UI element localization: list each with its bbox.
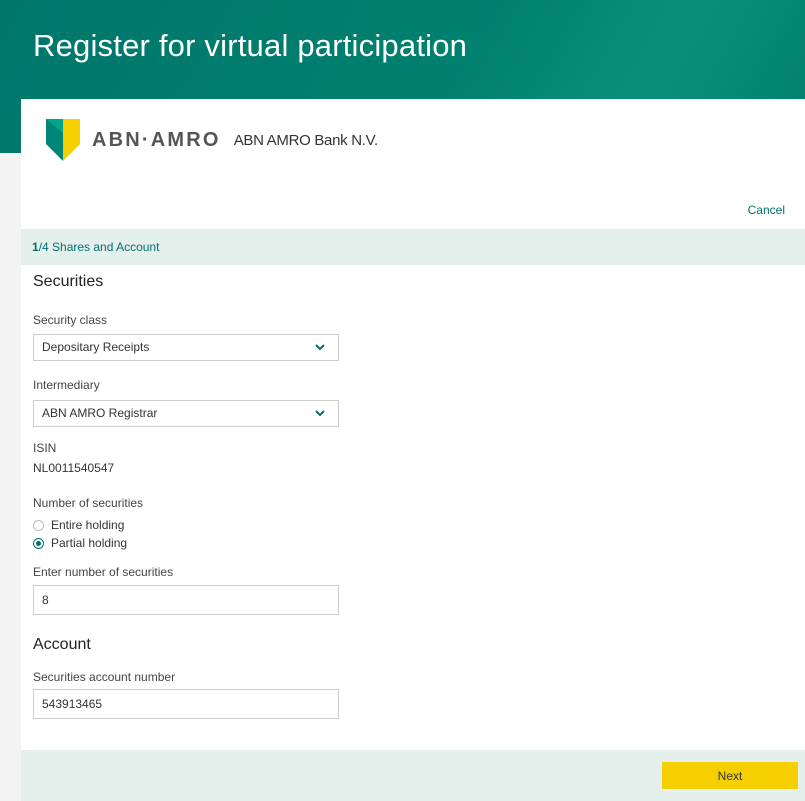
- brand-wordmark: ABN·AMRO: [92, 128, 221, 151]
- radio-unselected-icon[interactable]: [33, 519, 44, 531]
- enter-number-label: Enter number of securities: [33, 565, 174, 579]
- step-indicator: 1/4 Shares and Account: [21, 229, 805, 265]
- brand-header: ABN·AMRO ABN AMRO Bank N.V.: [46, 119, 378, 161]
- number-of-securities-value: 8: [42, 593, 49, 607]
- entire-holding-label: Entire holding: [51, 518, 125, 532]
- next-button[interactable]: Next: [662, 762, 798, 789]
- account-number-value: 543913465: [42, 697, 103, 711]
- page-title: Register for virtual participation: [33, 28, 468, 63]
- account-heading: Account: [33, 636, 91, 653]
- cancel-link[interactable]: Cancel: [748, 203, 785, 217]
- account-number-input[interactable]: 543913465: [33, 689, 339, 719]
- form-footer: Next: [21, 750, 805, 801]
- securities-heading: Securities: [33, 273, 104, 290]
- partial-holding-label: Partial holding: [51, 536, 128, 550]
- isin-value: NL0011540547: [33, 461, 115, 475]
- step-label: /4 Shares and Account: [38, 240, 160, 254]
- intermediary-select[interactable]: ABN AMRO Registrar: [33, 400, 339, 427]
- security-class-select[interactable]: Depositary Receipts: [33, 334, 339, 361]
- company-name: ABN AMRO Bank N.V.: [233, 131, 378, 149]
- security-class-label: Security class: [33, 313, 108, 327]
- number-of-securities-label: Number of securities: [33, 496, 144, 510]
- intermediary-value: ABN AMRO Registrar: [42, 406, 158, 420]
- chevron-down-icon: [315, 410, 325, 417]
- account-number-label: Securities account number: [33, 670, 176, 684]
- radio-partial-holding[interactable]: Partial holding: [33, 536, 127, 550]
- chevron-down-icon: [315, 344, 325, 351]
- intermediary-label: Intermediary: [33, 378, 100, 392]
- isin-label: ISIN: [33, 441, 57, 455]
- registration-card: ABN·AMRO ABN AMRO Bank N.V. Cancel 1/4 S…: [21, 99, 805, 801]
- abn-amro-shield-icon: [46, 119, 80, 161]
- radio-selected-icon[interactable]: [33, 537, 44, 549]
- step-number: 1: [32, 240, 39, 254]
- radio-entire-holding[interactable]: Entire holding: [33, 518, 124, 532]
- security-class-value: Depositary Receipts: [42, 340, 150, 354]
- number-of-securities-input[interactable]: 8: [33, 585, 339, 615]
